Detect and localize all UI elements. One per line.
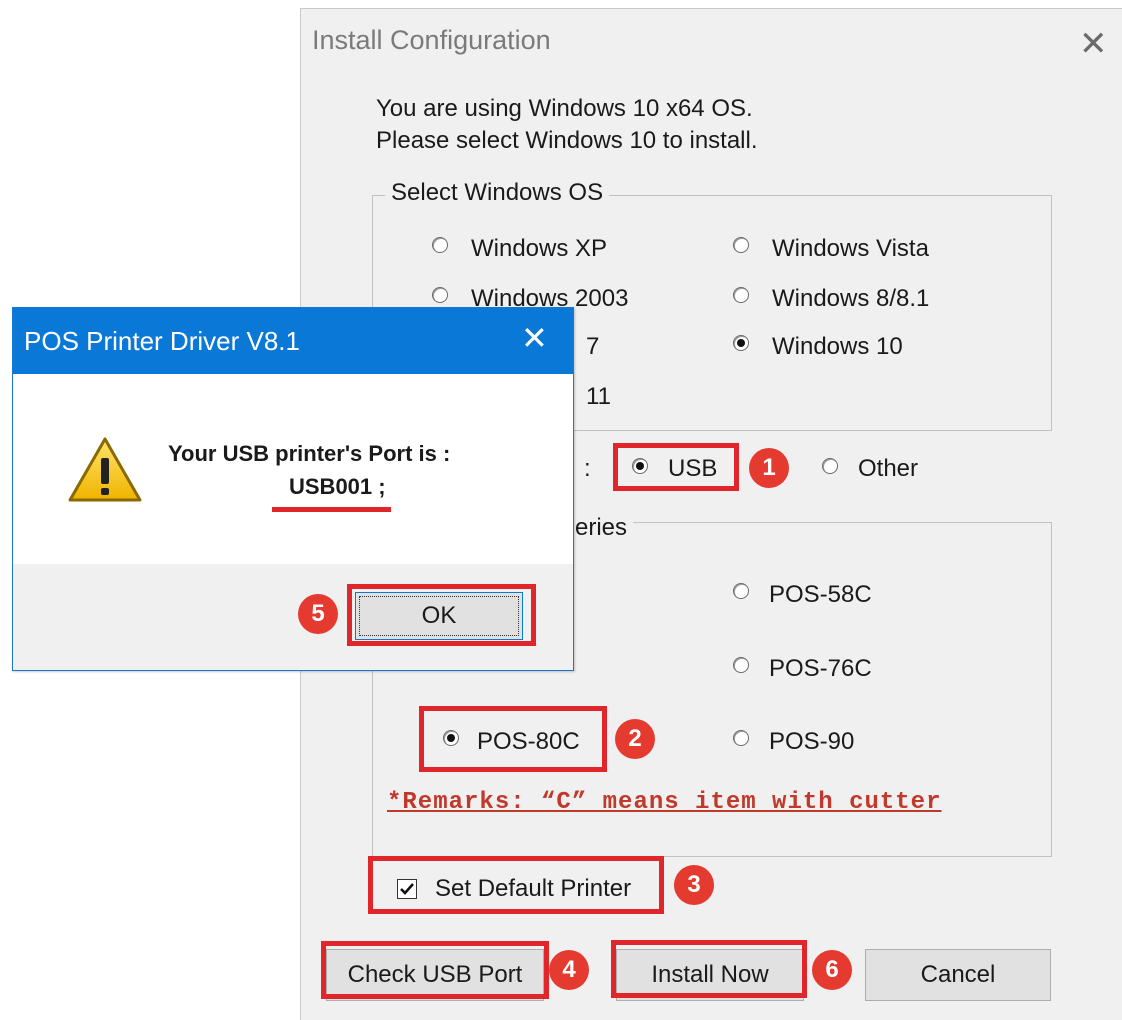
dialog-message-port: USB001 ; — [289, 474, 386, 500]
port-suffix: ; — [372, 474, 386, 499]
highlight-set-default — [368, 856, 664, 914]
highlight-install-now — [611, 940, 807, 998]
label-pos-76c: POS-76C — [769, 655, 872, 682]
highlight-pos-80c — [419, 706, 607, 772]
label-pos-90: POS-90 — [769, 728, 855, 755]
label-port-other: Other — [858, 455, 919, 482]
port-colon: : — [584, 455, 591, 482]
dialog-close-icon[interactable]: ✕ — [521, 322, 548, 354]
highlight-check-usb — [321, 941, 549, 999]
remarks-text: *Remarks: “C” means item with cutter — [387, 789, 942, 816]
dialog-titlebar: POS Printer Driver V8.1 ✕ — [13, 308, 573, 374]
dialog-title: POS Printer Driver V8.1 — [24, 326, 300, 356]
close-icon[interactable]: ✕ — [1079, 27, 1108, 61]
radio-port-other[interactable] — [822, 458, 838, 474]
cancel-button[interactable]: Cancel — [865, 949, 1051, 1001]
radio-windows-10[interactable] — [733, 335, 749, 351]
intro-line-2: Please select Windows 10 to install. — [376, 127, 758, 154]
window-title: Install Configuration — [312, 25, 551, 55]
highlight-ok — [347, 584, 536, 646]
step-badge-1: 1 — [749, 448, 789, 488]
port-value: USB001 — [289, 474, 373, 499]
radio-windows-xp[interactable] — [432, 237, 448, 253]
label-windows-7: 7 — [586, 333, 600, 360]
dialog-message-line1: Your USB printer's Port is : — [168, 441, 451, 466]
os-group-legend: Select Windows OS — [385, 179, 610, 207]
step-badge-4: 4 — [549, 950, 589, 990]
intro-line-1: You are using Windows 10 x64 OS. — [376, 95, 753, 122]
step-badge-5: 5 — [298, 594, 338, 634]
step-badge-3: 3 — [674, 865, 714, 905]
series-group-legend: eries — [569, 514, 634, 542]
radio-windows-8[interactable] — [733, 287, 749, 303]
step-badge-2: 2 — [615, 719, 655, 759]
label-windows-8: Windows 8/8.1 — [772, 285, 930, 312]
radio-pos-76c[interactable] — [733, 657, 749, 673]
highlight-usb — [613, 443, 739, 491]
label-windows-10: Windows 10 — [772, 333, 903, 360]
radio-pos-90[interactable] — [733, 730, 749, 746]
radio-windows-vista[interactable] — [733, 237, 749, 253]
radio-pos-58c[interactable] — [733, 583, 749, 599]
label-windows-xp: Windows XP — [471, 235, 608, 262]
step-badge-6: 6 — [812, 950, 852, 990]
warning-icon — [68, 437, 142, 502]
label-windows-11: 11 — [586, 383, 611, 410]
label-windows-vista: Windows Vista — [772, 235, 929, 262]
port-underline — [272, 507, 391, 512]
label-pos-58c: POS-58C — [769, 581, 872, 608]
radio-windows-2003[interactable] — [432, 287, 448, 303]
